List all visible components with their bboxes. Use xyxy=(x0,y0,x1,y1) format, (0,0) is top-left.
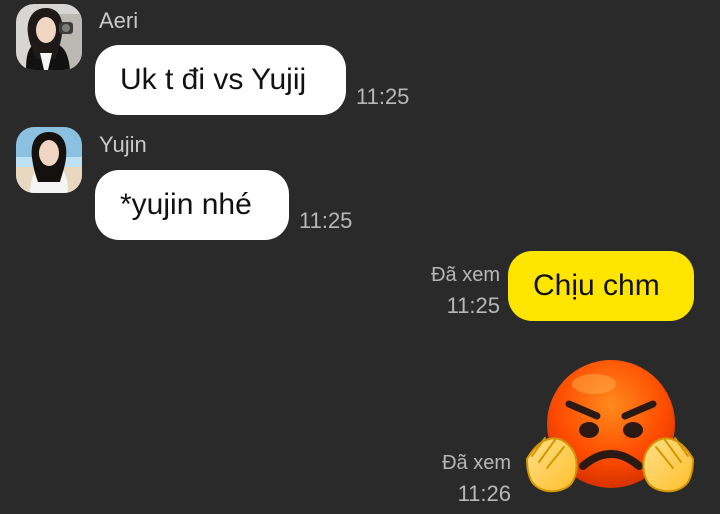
aeri-avatar-photo xyxy=(16,4,82,70)
message-time: 11:26 xyxy=(457,481,511,506)
read-receipt: Đã xem xyxy=(431,264,500,286)
message-bubble-outgoing[interactable]: Chịu chm xyxy=(508,251,694,321)
sender-name: Aeri xyxy=(99,8,139,33)
sender-name: Yujin xyxy=(99,132,147,157)
avatar-yujin[interactable] xyxy=(16,127,82,193)
message-time: 11:25 xyxy=(446,293,500,318)
message-time: 11:25 xyxy=(356,84,410,109)
yujin-avatar-photo xyxy=(16,127,82,193)
message-bubble-incoming[interactable]: *yujin nhé xyxy=(95,170,289,240)
avatar-aeri[interactable] xyxy=(16,4,82,70)
message-bubble-incoming[interactable]: Uk t đi vs Yujij xyxy=(95,45,346,115)
angry-face-emoji[interactable] xyxy=(525,356,695,496)
message-time: 11:25 xyxy=(299,208,353,233)
read-receipt: Đã xem xyxy=(442,452,511,474)
